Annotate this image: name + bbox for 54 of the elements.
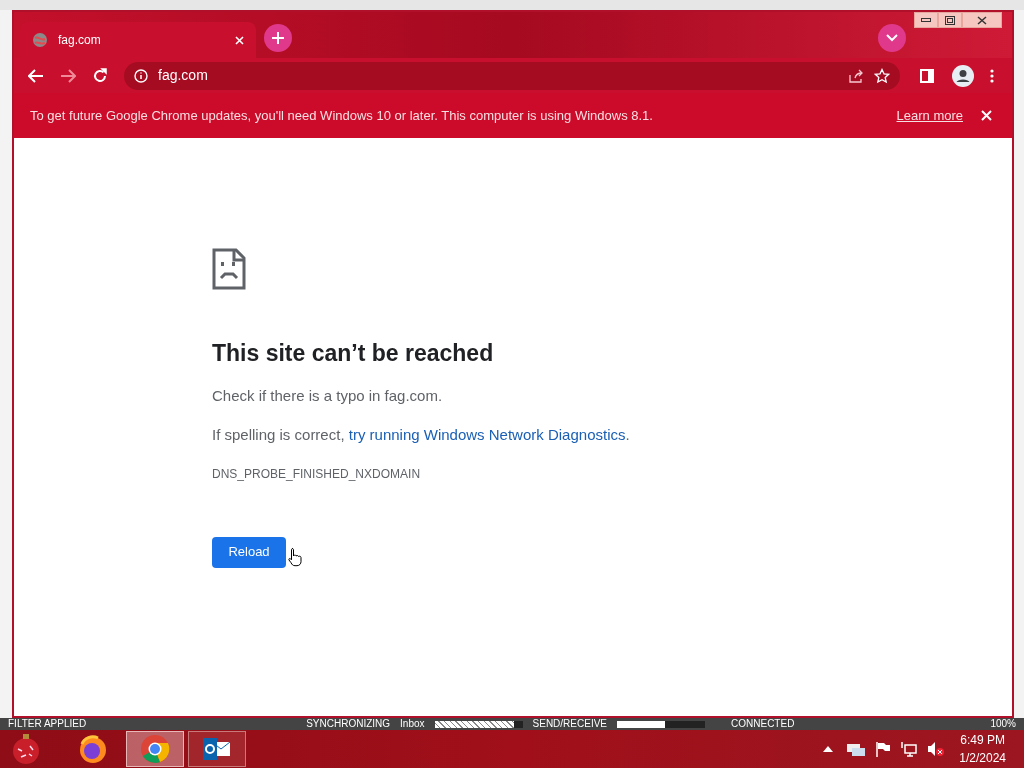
plus-icon	[271, 31, 285, 45]
menu-icon[interactable]	[990, 68, 994, 83]
tab-title: fag.com	[58, 32, 102, 49]
network-icon[interactable]	[901, 741, 918, 757]
close-button[interactable]	[962, 12, 1002, 28]
status-text: SEND/RECEIVE	[532, 718, 608, 730]
new-tab-button[interactable]	[264, 24, 292, 52]
info-icon	[134, 68, 148, 83]
close-icon[interactable]	[235, 35, 244, 45]
back-arrow-icon	[28, 68, 44, 83]
muted-speaker-icon[interactable]	[927, 741, 946, 757]
status-text: CONNECTED	[731, 718, 795, 730]
reload-icon	[92, 67, 108, 84]
sad-page-icon	[212, 248, 246, 290]
clock-time[interactable]: 6:49 PM	[960, 731, 1005, 749]
url-text: fag.com	[158, 66, 208, 85]
hand-cursor-icon	[288, 546, 302, 567]
show-hidden-icons[interactable]	[823, 746, 834, 752]
error-code: DNS_PROBE_FINISHED_NXDOMAIN	[212, 465, 422, 483]
forward-arrow-icon	[60, 68, 76, 83]
minimize-button[interactable]	[914, 12, 938, 28]
close-icon[interactable]	[981, 110, 992, 121]
status-text: 100%	[990, 718, 1016, 730]
diagnostics-link[interactable]: try running Windows Network Diagnostics	[348, 426, 626, 443]
tab-search-button[interactable]	[878, 24, 906, 52]
taskbar-app-button[interactable]	[126, 731, 184, 767]
browser-tab[interactable]: fag.com	[20, 22, 256, 58]
action-center-icon[interactable]	[847, 741, 866, 757]
restore-button[interactable]	[938, 12, 962, 28]
reload-button[interactable]: Reload	[212, 536, 286, 568]
status-text: Inbox	[400, 718, 425, 730]
restore-icon	[945, 15, 955, 25]
star-icon[interactable]	[874, 67, 890, 84]
diagnostics-message: If spelling is correct, try running Windows Network Diagnostics.	[212, 425, 631, 445]
globe-icon	[32, 32, 48, 48]
side-panel-icon[interactable]	[920, 68, 934, 83]
infobar-message: To get future Google Chrome updates, you'll need Windows 10 or later. This computer is using Windows 8.1.	[30, 106, 653, 125]
minimize-icon	[921, 18, 931, 22]
close-icon	[977, 15, 987, 25]
chrome-logo-icon	[140, 734, 170, 764]
error-heading: This site can’t be reached	[212, 339, 495, 368]
status-text: SYNCHRONIZING	[306, 718, 391, 730]
address-bar[interactable]: fag.com	[124, 61, 900, 90]
chevron-down-icon	[886, 34, 898, 42]
firefox-icon	[78, 734, 108, 764]
share-icon[interactable]	[848, 68, 864, 83]
learn-more-link[interactable]: Learn more	[896, 105, 963, 126]
error-message: Check if there is a typo in fag.com.	[212, 385, 444, 406]
clock-date[interactable]: 1/2/2024	[959, 749, 1006, 767]
outlook-icon	[202, 736, 232, 762]
flag-icon[interactable]	[875, 741, 892, 757]
taskbar-app-button[interactable]	[188, 731, 246, 767]
profile-avatar-icon[interactable]	[952, 64, 974, 87]
status-text: FILTER APPLIED	[8, 718, 87, 730]
